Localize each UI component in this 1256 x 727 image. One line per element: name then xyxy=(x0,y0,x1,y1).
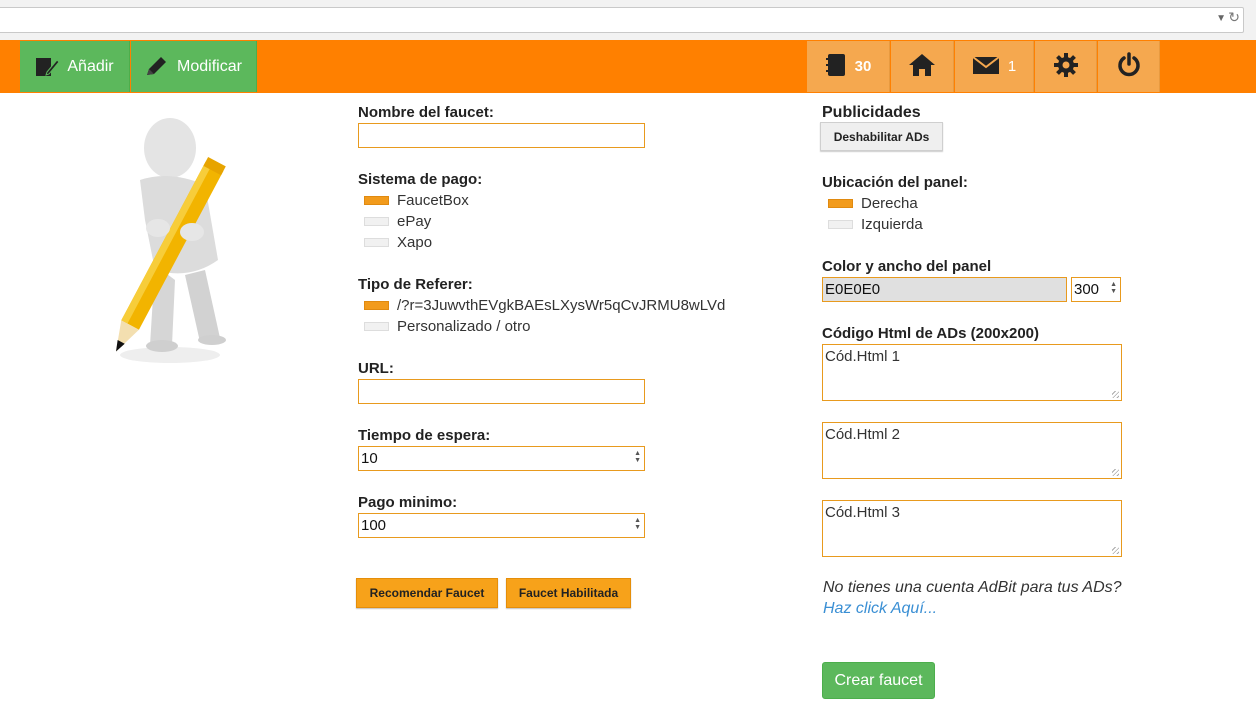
home-button[interactable] xyxy=(891,41,954,92)
radio-unselected[interactable] xyxy=(364,217,389,226)
mail-button[interactable]: 1 xyxy=(955,41,1034,92)
stepper-icon[interactable]: ▲ ▼ xyxy=(1110,281,1117,295)
url-input[interactable] xyxy=(358,379,645,404)
payment-option-epay[interactable]: ePay xyxy=(364,213,431,230)
resize-grip-icon[interactable] xyxy=(1112,547,1119,554)
logout-button[interactable] xyxy=(1098,41,1160,92)
faucet-enabled-button[interactable]: Faucet Habilitada xyxy=(506,578,631,608)
pencil-icon xyxy=(145,56,169,78)
radio-selected[interactable] xyxy=(828,199,853,208)
referer-option-custom[interactable]: Personalizado / otro xyxy=(364,318,530,335)
url-bar-input[interactable] xyxy=(0,7,1244,33)
panel-color-input[interactable]: E0E0E0 xyxy=(822,277,1067,302)
adbit-note: No tienes una cuenta AdBit para tus ADs? xyxy=(823,579,1122,596)
reload-icon[interactable]: ↻ xyxy=(1228,9,1240,26)
mail-count: 1 xyxy=(1007,58,1017,75)
ads-title: Publicidades xyxy=(822,104,921,121)
ads-html-code-3[interactable]: Cód.Html 3 xyxy=(822,500,1122,557)
home-icon xyxy=(908,53,936,81)
adbit-link[interactable]: Haz click Aquí... xyxy=(823,600,937,618)
panel-width-value: 300 xyxy=(1074,281,1100,298)
panel-color-width-label: Color y ancho del panel xyxy=(822,258,992,275)
ads-html-code-label: Código Html de ADs (200x200) xyxy=(822,325,1039,342)
min-payment-label: Pago minimo: xyxy=(358,494,458,511)
referer-option-label: Personalizado / otro xyxy=(397,318,531,335)
add-button[interactable]: Añadir xyxy=(20,41,130,92)
radio-unselected[interactable] xyxy=(364,238,389,247)
person-with-pencil-illustration xyxy=(100,110,240,370)
faucet-name-label: Nombre del faucet: xyxy=(358,104,494,121)
payment-option-xapo[interactable]: Xapo xyxy=(364,234,432,251)
wait-time-label: Tiempo de espera: xyxy=(358,427,491,444)
stepper-icon[interactable]: ▲ ▼ xyxy=(634,517,641,531)
ads-html-code-3-placeholder: Cód.Html 3 xyxy=(825,504,901,521)
payment-option-label: FaucetBox xyxy=(397,192,469,209)
radio-selected[interactable] xyxy=(364,301,389,310)
top-navbar: Añadir Modificar 30 1 xyxy=(0,40,1256,93)
book-icon xyxy=(825,53,847,81)
recommend-faucet-button[interactable]: Recomendar Faucet xyxy=(356,578,498,608)
panel-location-option-label: Derecha xyxy=(861,195,918,212)
payment-option-label: ePay xyxy=(397,213,432,230)
create-faucet-button[interactable]: Crear faucet xyxy=(822,662,935,699)
wait-time-value: 10 xyxy=(361,450,378,467)
ads-html-code-2-placeholder: Cód.Html 2 xyxy=(825,426,901,443)
url-label: URL: xyxy=(358,360,394,377)
stepper-icon[interactable]: ▲ ▼ xyxy=(634,450,641,464)
wait-time-input[interactable]: 10 ▲ ▼ xyxy=(358,446,645,471)
payment-option-label: Xapo xyxy=(397,234,433,251)
envelope-icon xyxy=(972,55,1000,79)
dropdown-caret-icon[interactable]: ▼ xyxy=(1216,13,1226,24)
add-button-label: Añadir xyxy=(67,57,114,75)
edit-button[interactable]: Modificar xyxy=(131,41,257,92)
gear-icon xyxy=(1053,52,1079,82)
payment-system-label: Sistema de pago: xyxy=(358,171,483,188)
resize-grip-icon[interactable] xyxy=(1112,391,1119,398)
payment-option-faucetbox[interactable]: FaucetBox xyxy=(364,192,469,209)
ads-html-code-2[interactable]: Cód.Html 2 xyxy=(822,422,1122,479)
settings-button[interactable] xyxy=(1035,41,1097,92)
ads-html-code-1-placeholder: Cód.Html 1 xyxy=(825,348,901,365)
book-count: 30 xyxy=(854,58,872,75)
edit-button-label: Modificar xyxy=(177,57,242,75)
radio-unselected[interactable] xyxy=(364,322,389,331)
book-counter-button[interactable]: 30 xyxy=(807,41,890,92)
disable-ads-button[interactable]: Deshabilitar ADs xyxy=(820,122,943,151)
min-payment-input[interactable]: 100 ▲ ▼ xyxy=(358,513,645,538)
referer-type-label: Tipo de Referer: xyxy=(358,276,473,293)
panel-location-label: Ubicación del panel: xyxy=(822,174,968,191)
referer-option-label: /?r=3JuwvthEVgkBAEsLXysWr5qCvJRMU8wLVd xyxy=(397,297,726,314)
faucet-name-input[interactable] xyxy=(358,123,645,148)
ads-html-code-1[interactable]: Cód.Html 1 xyxy=(822,344,1122,401)
edit-document-icon xyxy=(35,56,60,78)
radio-selected[interactable] xyxy=(364,196,389,205)
radio-unselected[interactable] xyxy=(828,220,853,229)
referer-option-default[interactable]: /?r=3JuwvthEVgkBAEsLXysWr5qCvJRMU8wLVd xyxy=(364,297,725,314)
browser-address-bar: ▼ ↻ xyxy=(0,0,1256,40)
panel-location-right[interactable]: Derecha xyxy=(828,195,918,212)
resize-grip-icon[interactable] xyxy=(1112,469,1119,476)
panel-location-left[interactable]: Izquierda xyxy=(828,216,923,233)
panel-location-option-label: Izquierda xyxy=(861,216,923,233)
panel-width-input[interactable]: 300 ▲ ▼ xyxy=(1071,277,1121,302)
power-icon xyxy=(1116,51,1142,82)
min-payment-value: 100 xyxy=(361,517,387,534)
